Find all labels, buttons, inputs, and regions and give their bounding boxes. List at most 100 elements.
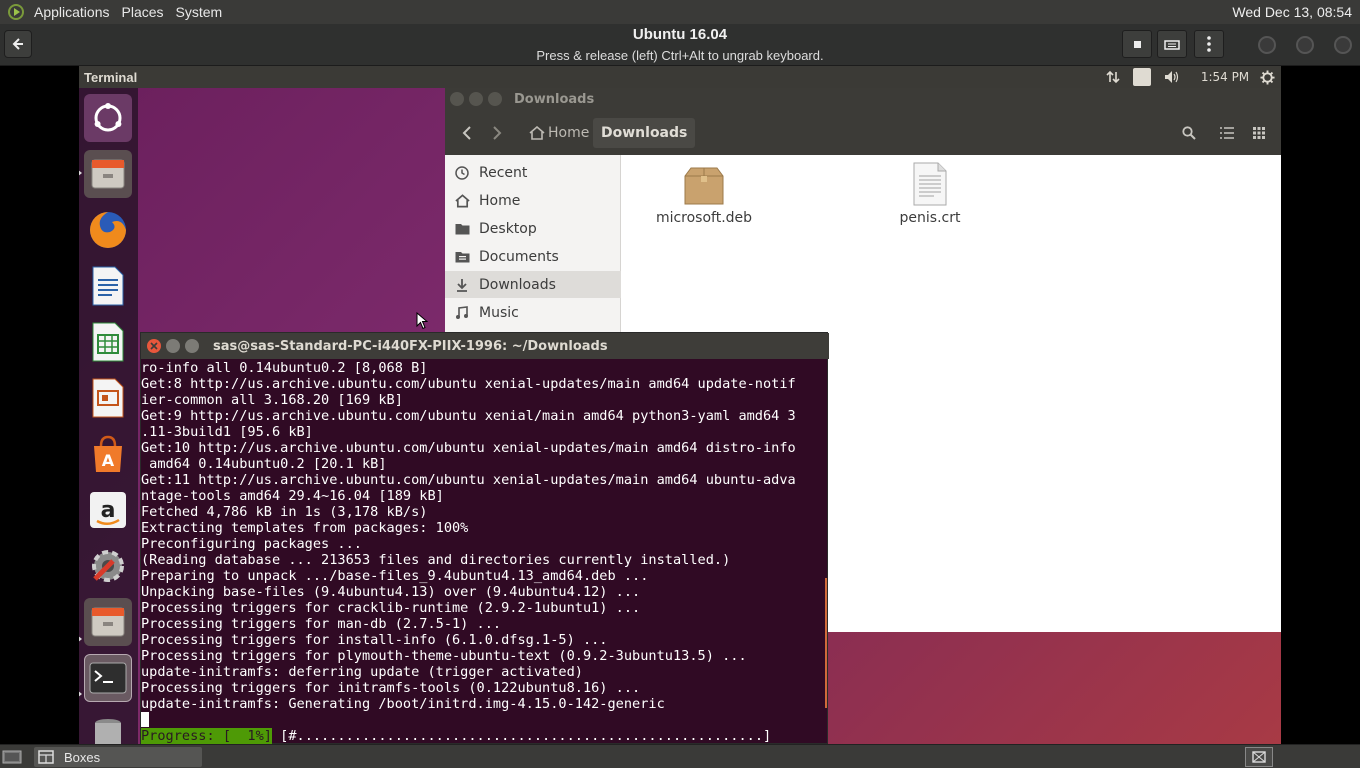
file-item[interactable]: penis.crt bbox=[875, 162, 985, 226]
running-indicator bbox=[79, 635, 82, 643]
terminal-line: amd64 0.14ubuntu0.2 [20.1 kB] bbox=[141, 456, 387, 472]
keyboard-button[interactable] bbox=[1157, 30, 1187, 58]
libreoffice-calc-icon[interactable] bbox=[84, 318, 132, 366]
search-button[interactable] bbox=[1175, 119, 1203, 147]
files-window-title: Downloads bbox=[514, 91, 595, 107]
host-clock[interactable]: Wed Dec 13, 08:54 bbox=[1232, 4, 1360, 20]
close-icon bbox=[150, 342, 158, 350]
volume-icon[interactable] bbox=[1162, 68, 1182, 86]
host-top-panel: Applications Places System Wed Dec 13, 0… bbox=[0, 0, 1360, 24]
terminal-line: update-initramfs: Generating /boot/initr… bbox=[141, 696, 665, 712]
home-icon bbox=[529, 126, 545, 140]
terminal-maximize-button[interactable] bbox=[185, 339, 199, 353]
ubuntu-software-icon[interactable]: A bbox=[84, 430, 132, 478]
system-settings-icon[interactable] bbox=[84, 542, 132, 590]
sidebar-item-downloads[interactable]: Downloads bbox=[445, 271, 621, 298]
files-close-button[interactable] bbox=[450, 92, 464, 106]
breadcrumb-downloads[interactable]: Downloads bbox=[593, 118, 696, 148]
close-window-button[interactable] bbox=[1334, 36, 1352, 54]
dash-home-icon[interactable] bbox=[84, 94, 132, 142]
trash-icon[interactable] bbox=[84, 710, 132, 744]
files-minimize-button[interactable] bbox=[469, 92, 483, 106]
nav-forward-button[interactable] bbox=[483, 119, 511, 147]
vm-title: Ubuntu 16.04 bbox=[632, 26, 728, 43]
network-transfer-icon[interactable] bbox=[1104, 68, 1122, 86]
files-window-launcher-icon[interactable] bbox=[84, 598, 132, 646]
files-launcher-icon[interactable] bbox=[84, 150, 132, 198]
grid-view-icon bbox=[1253, 127, 1265, 139]
file-name: microsoft.deb bbox=[655, 210, 753, 226]
maximize-window-button[interactable] bbox=[1296, 36, 1314, 54]
terminal-titlebar[interactable]: sas@sas-Standard-PC-i440FX-PIIX-1996: ~/… bbox=[141, 333, 829, 359]
workspace-switcher[interactable] bbox=[1245, 747, 1273, 767]
terminal-line: .11-3build1 [95.6 kB] bbox=[141, 424, 313, 440]
download-icon bbox=[445, 278, 479, 292]
running-indicator bbox=[79, 690, 82, 698]
terminal-window-title: sas@sas-Standard-PC-i440FX-PIIX-1996: ~/… bbox=[213, 338, 608, 354]
taskbar-item-label: Boxes bbox=[64, 749, 101, 765]
file-item[interactable]: microsoft.deb bbox=[649, 166, 759, 226]
running-indicator bbox=[79, 169, 82, 177]
terminal-window[interactable]: sas@sas-Standard-PC-i440FX-PIIX-1996: ~/… bbox=[140, 332, 829, 744]
terminal-close-button[interactable] bbox=[147, 339, 161, 353]
terminal-line: Preconfiguring packages ... bbox=[141, 536, 362, 552]
grid-view-button[interactable] bbox=[1245, 119, 1273, 147]
guest-desktop[interactable]: Terminal En 1:54 PM A a Downloads Home D… bbox=[79, 66, 1281, 744]
package-icon bbox=[684, 167, 724, 205]
list-view-button[interactable] bbox=[1213, 119, 1241, 147]
menu-places[interactable]: Places bbox=[116, 4, 170, 20]
gnome-foot-icon[interactable] bbox=[6, 3, 28, 21]
sidebar-item-documents[interactable]: Documents bbox=[445, 243, 621, 270]
chevron-left-icon bbox=[462, 126, 471, 140]
libreoffice-writer-icon[interactable] bbox=[84, 262, 132, 310]
terminal-line: Processing triggers for install-info (6.… bbox=[141, 632, 608, 648]
terminal-line: Processing triggers for man-db (2.7.5-1)… bbox=[141, 616, 502, 632]
files-toolbar: Home Downloads bbox=[445, 110, 1281, 155]
terminal-scroll-indicator bbox=[825, 578, 827, 708]
home-icon bbox=[445, 193, 479, 208]
files-titlebar[interactable]: Downloads bbox=[445, 88, 1281, 110]
sidebar-item-recent[interactable]: Recent bbox=[445, 159, 621, 186]
amazon-icon[interactable]: a bbox=[84, 486, 132, 534]
sidebar-item-music[interactable]: Music bbox=[445, 299, 621, 326]
terminal-line: ntage-tools amd64 29.4~16.04 [189 kB] bbox=[141, 488, 444, 504]
terminal-line: Processing triggers for cracklib-runtime… bbox=[141, 600, 641, 616]
chevron-right-icon bbox=[493, 126, 502, 140]
kebab-menu-icon bbox=[1207, 36, 1211, 52]
active-app-name: Terminal bbox=[84, 69, 138, 85]
screen: Applications Places System Wed Dec 13, 0… bbox=[0, 0, 1360, 768]
svg-text:a: a bbox=[101, 498, 116, 523]
terminal-line: Processing triggers for initramfs-tools … bbox=[141, 680, 641, 696]
files-maximize-button[interactable] bbox=[488, 92, 502, 106]
stop-button[interactable] bbox=[1122, 30, 1152, 58]
mouse-cursor-icon bbox=[416, 312, 428, 330]
sidebar-item-desktop[interactable]: Desktop bbox=[445, 215, 621, 242]
show-desktop-icon[interactable] bbox=[2, 748, 22, 765]
folder-icon bbox=[445, 222, 479, 235]
list-view-icon bbox=[1220, 127, 1234, 139]
terminal-launcher-icon[interactable] bbox=[84, 654, 132, 702]
text-cursor bbox=[141, 712, 149, 727]
boxes-app-icon bbox=[38, 750, 54, 764]
minimize-window-button[interactable] bbox=[1258, 36, 1276, 54]
guest-clock[interactable]: 1:54 PM bbox=[1197, 68, 1253, 86]
libreoffice-impress-icon[interactable] bbox=[84, 374, 132, 422]
settings-gear-icon[interactable] bbox=[1258, 68, 1276, 86]
terminal-minimize-button[interactable] bbox=[166, 339, 180, 353]
terminal-line: Extracting templates from packages: 100% bbox=[141, 520, 469, 536]
breadcrumb-home[interactable]: Home bbox=[521, 118, 597, 148]
svg-text:A: A bbox=[102, 451, 115, 470]
nav-back-button[interactable] bbox=[453, 119, 481, 147]
text-file-icon bbox=[913, 162, 947, 206]
taskbar-item-boxes[interactable]: Boxes bbox=[34, 747, 202, 767]
menu-applications[interactable]: Applications bbox=[28, 4, 116, 20]
firefox-icon[interactable] bbox=[84, 206, 132, 254]
sidebar-item-home[interactable]: Home bbox=[445, 187, 621, 214]
terminal-output[interactable]: ro-info all 0.14ubuntu0.2 [8,068 B] Get:8… bbox=[141, 360, 829, 744]
terminal-line: Get:9 http://us.archive.ubuntu.com/ubunt… bbox=[141, 408, 796, 424]
terminal-line: (Reading database ... 213653 files and d… bbox=[141, 552, 731, 568]
menu-system[interactable]: System bbox=[170, 4, 229, 20]
more-options-button[interactable] bbox=[1194, 30, 1224, 58]
keyboard-language-indicator[interactable]: En bbox=[1133, 68, 1151, 86]
ungrab-hint: Press & release (left) Ctrl+Alt to ungra… bbox=[536, 48, 824, 63]
